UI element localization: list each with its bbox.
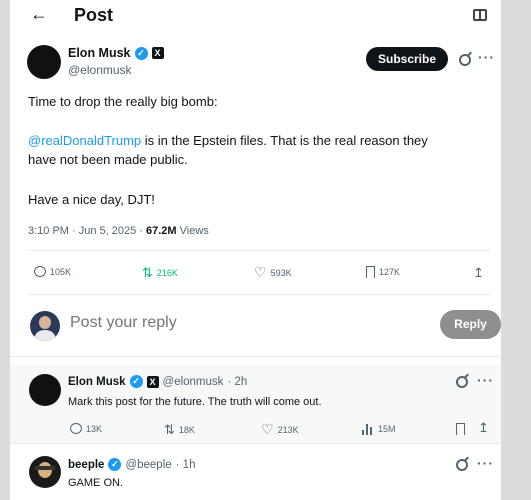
post-text-line-2: @realDonaldTrump is in the Epstein files… (28, 131, 488, 151)
reply-button[interactable]: Reply (440, 310, 501, 339)
bookmark-action[interactable]: 127K (366, 266, 400, 278)
post-text-line-3: have not been made public. (28, 152, 188, 167)
bookmark-icon (366, 266, 375, 278)
post-timestamp[interactable]: 3:10 PM · Jun 5, 2025 · (28, 225, 146, 237)
share-icon: ↥ (478, 420, 489, 435)
x-affiliate-badge: X (151, 47, 164, 59)
reply-text: GAME ON. (68, 477, 124, 489)
reply-action[interactable]: 13K (70, 423, 102, 434)
bookmark-icon (456, 423, 465, 435)
reply-icon (70, 423, 82, 434)
divider (10, 356, 501, 357)
verified-badge-icon: ✓ (108, 458, 122, 471)
author-name[interactable]: Elon Musk (68, 46, 131, 60)
reply-header: Elon Musk ✓ X @elonmusk · 2h (68, 375, 247, 388)
reply-author-handle[interactable]: @elonmusk (163, 376, 224, 388)
page-title: Post (74, 5, 114, 25)
repost-action[interactable]: ⇅ 216K (142, 266, 178, 279)
reply-author-avatar[interactable] (29, 456, 61, 488)
repost-action[interactable]: ⇅ 18K (164, 423, 195, 436)
author-handle[interactable]: @elonmusk (68, 63, 132, 77)
grok-icon[interactable] (456, 459, 468, 471)
grok-icon[interactable] (456, 376, 468, 388)
reply-count: 13K (86, 423, 103, 434)
author-avatar[interactable] (27, 45, 61, 79)
repost-count: 216K (156, 267, 178, 278)
reply-count: 105K (50, 266, 72, 277)
like-action[interactable]: ♡ 593K (254, 264, 292, 280)
post-text-line-1: Time to drop the really big bomb: (28, 94, 218, 109)
share-icon: ↥ (473, 265, 484, 280)
repost-count: 18K (178, 424, 195, 435)
views-label: Views (176, 225, 209, 237)
reply-time[interactable]: · 1h (176, 459, 196, 471)
divider (28, 294, 490, 295)
views-count: 67.2M (146, 225, 177, 237)
reply-input[interactable] (70, 314, 370, 332)
reply-header: beeple ✓ @beeple · 1h (68, 458, 195, 471)
more-options-icon[interactable]: ··· (478, 49, 495, 65)
x-affiliate-badge: X (146, 375, 159, 388)
divider (28, 250, 490, 251)
reply-author-avatar[interactable] (29, 374, 61, 406)
more-options-icon[interactable]: ··· (477, 455, 494, 471)
current-user-avatar[interactable] (30, 311, 60, 341)
reply-time[interactable]: · 2h (227, 376, 247, 388)
grok-icon[interactable] (459, 54, 471, 66)
post-text-line-4: Have a nice day, DJT! (28, 192, 155, 207)
share-action[interactable]: ↥ (473, 266, 484, 279)
reply-text: Mark this post for the future. The truth… (68, 396, 322, 408)
verified-badge-icon: ✓ (129, 375, 143, 388)
author-name-row: Elon Musk ✓ X (68, 46, 164, 60)
heart-icon: ♡ (254, 264, 267, 280)
share-action[interactable]: ↥ (478, 421, 489, 434)
repost-icon: ⇅ (164, 422, 175, 437)
like-action[interactable]: ♡ 213K (261, 421, 299, 437)
mention-link[interactable]: @realDonaldTrump (28, 133, 141, 148)
repost-icon: ⇅ (142, 265, 153, 280)
arrow-left-icon[interactable]: ← (30, 4, 48, 25)
top-bar: ← Post (10, 0, 501, 32)
heart-icon: ♡ (261, 421, 274, 437)
post-page: ← Post Elon Musk ✓ X @elonmusk Subscribe… (10, 0, 501, 500)
more-options-icon[interactable]: ··· (477, 372, 494, 388)
divider (10, 443, 501, 444)
reply-author-name[interactable]: Elon Musk (68, 376, 126, 388)
views-action[interactable]: 15M (361, 423, 396, 435)
post-meta: 3:10 PM · Jun 5, 2025 · 67.2M Views (28, 225, 209, 237)
verified-badge-icon: ✓ (134, 46, 148, 60)
bookmark-action[interactable] (456, 423, 465, 435)
post-text-line-2-rest: is in the Epstein files. That is the rea… (141, 133, 428, 148)
bookmark-count: 127K (379, 267, 401, 277)
like-count: 213K (277, 424, 299, 435)
views-count: 15M (378, 424, 396, 434)
views-icon (361, 423, 374, 435)
reply-action[interactable]: 105K (34, 266, 71, 277)
reply-author-name[interactable]: beeple (68, 459, 104, 471)
like-count: 593K (270, 267, 292, 278)
reader-mode-icon[interactable] (473, 9, 487, 21)
reply-icon (34, 266, 46, 277)
subscribe-button[interactable]: Subscribe (366, 47, 448, 71)
reply-author-handle[interactable]: @beeple (125, 459, 171, 471)
